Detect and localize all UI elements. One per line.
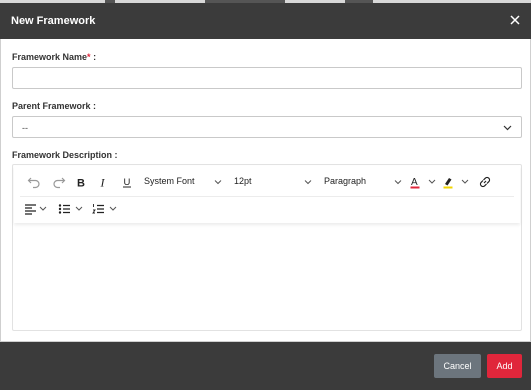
text-color-icon[interactable]: A [409,171,439,193]
highlight-icon[interactable] [442,171,472,193]
undo-icon[interactable] [24,171,44,193]
underline-icon[interactable]: U [118,171,136,193]
svg-text:B: B [77,178,85,189]
font-size-select[interactable]: 12pt [228,173,316,191]
new-framework-dialog: New Framework Framework Name* : Parent F… [0,0,531,390]
align-left-icon[interactable] [24,198,50,220]
description-editor[interactable]: B I U System Font 12pt Paragraph A [12,164,522,331]
close-icon[interactable] [508,13,522,27]
dialog-title: New Framework [11,15,96,27]
parent-framework-label: Parent Framework : [12,101,97,111]
numbered-list-icon[interactable] [92,198,122,220]
framework-name-label: Framework Name* : [12,52,97,62]
editor-content-area[interactable] [14,225,520,329]
chevron-down-icon [394,180,402,185]
svg-text:I: I [100,176,106,188]
svg-text:A: A [411,177,418,188]
framework-description-label: Framework Description : [12,150,118,160]
italic-icon[interactable]: I [94,171,112,193]
chevron-down-icon [503,123,512,132]
svg-text:U: U [124,177,131,188]
dialog-header: New Framework [0,3,531,39]
dialog-footer: Cancel Add [0,342,531,390]
add-button[interactable]: Add [487,354,522,378]
block-format-select[interactable]: Paragraph [318,173,406,191]
link-icon[interactable] [476,171,494,193]
dialog-body: Framework Name* : Parent Framework : -- … [0,39,531,342]
chevron-down-icon [214,180,222,185]
toolbar-divider [20,196,514,197]
font-family-select[interactable]: System Font [138,173,226,191]
redo-icon[interactable] [49,171,69,193]
parent-framework-select[interactable]: -- [12,116,522,138]
bold-icon[interactable]: B [72,171,90,193]
chevron-down-icon [304,180,312,185]
framework-name-input[interactable] [12,67,522,89]
bullet-list-icon[interactable] [58,198,88,220]
cancel-button[interactable]: Cancel [434,354,481,378]
editor-toolbar: B I U System Font 12pt Paragraph A [14,166,520,223]
parent-framework-value: -- [22,123,28,133]
